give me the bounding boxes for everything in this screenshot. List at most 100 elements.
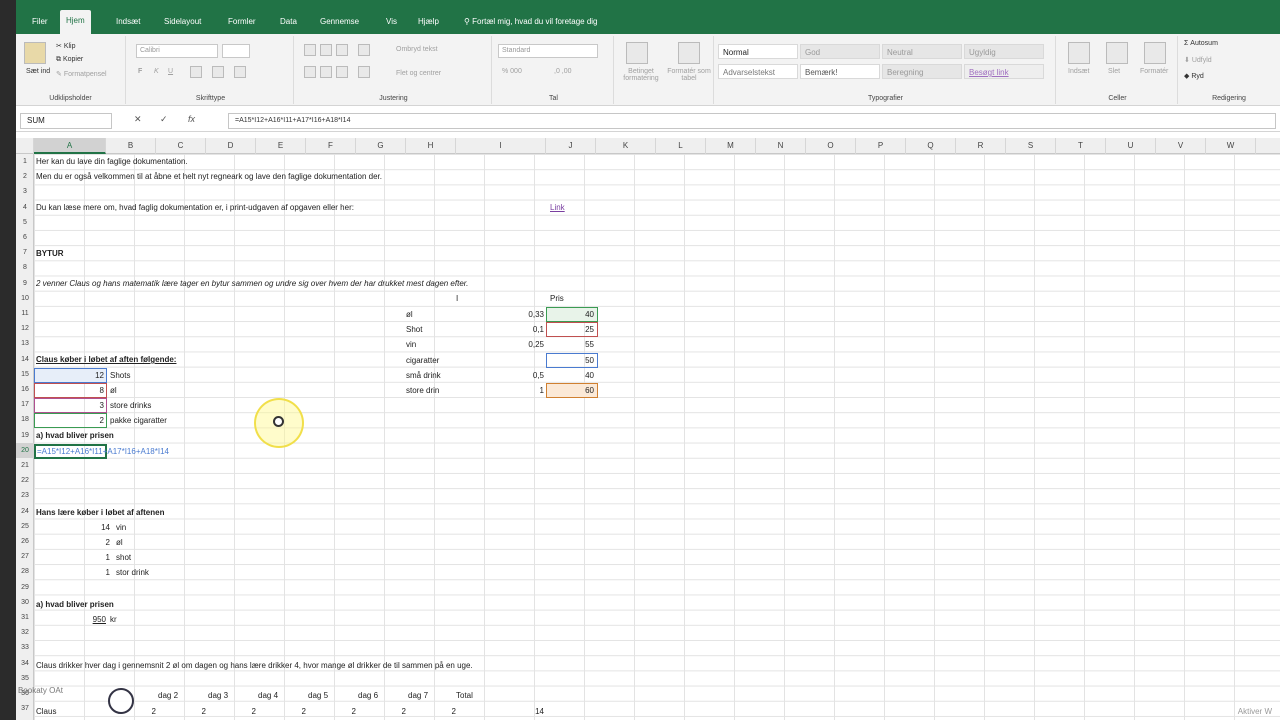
- cell-i12[interactable]: 0,1: [496, 323, 544, 337]
- cell-b26-qty[interactable]: 2: [74, 536, 110, 550]
- cell-h36[interactable]: dag 7: [408, 689, 428, 703]
- column-header-n[interactable]: N: [756, 138, 806, 154]
- row-header-26[interactable]: 26: [16, 534, 34, 549]
- indent-icon[interactable]: [358, 66, 370, 78]
- align-middle-icon[interactable]: [320, 44, 332, 56]
- cut-button[interactable]: ✂ Klip: [56, 42, 76, 50]
- font-size-select[interactable]: [222, 44, 250, 58]
- row-header-5[interactable]: 5: [16, 215, 34, 230]
- row-header-35[interactable]: 35: [16, 671, 34, 686]
- clear-button[interactable]: ◆ Ryd: [1184, 72, 1204, 80]
- cell-e36[interactable]: dag 4: [258, 689, 278, 703]
- cell-b31[interactable]: kr: [110, 613, 117, 627]
- row-header-9[interactable]: 9: [16, 276, 34, 291]
- cell-h16[interactable]: store drin: [406, 384, 439, 398]
- row-header-3[interactable]: 3: [16, 184, 34, 199]
- style-calculation[interactable]: Beregning: [882, 64, 962, 79]
- column-header-s[interactable]: S: [1006, 138, 1056, 154]
- fill-color-icon[interactable]: [212, 66, 224, 78]
- tab-filer[interactable]: Filer: [26, 12, 54, 34]
- select-all-corner[interactable]: [16, 138, 34, 154]
- column-header-w[interactable]: W: [1206, 138, 1256, 154]
- format-cells-icon[interactable]: [1144, 42, 1166, 64]
- column-header-o[interactable]: O: [806, 138, 856, 154]
- orientation-icon[interactable]: [358, 44, 370, 56]
- row-header-25[interactable]: 25: [16, 519, 34, 534]
- cell-i37[interactable]: 14: [506, 705, 544, 719]
- cell-a24[interactable]: Hans lære køber i løbet af aftenen: [36, 506, 164, 520]
- row-header-28[interactable]: 28: [16, 564, 34, 579]
- cell-j15[interactable]: 40: [548, 369, 594, 383]
- cell-c37[interactable]: 2: [168, 705, 206, 719]
- cell-a34[interactable]: Claus drikker hver dag i gennemsnit 2 øl…: [36, 659, 473, 673]
- paste-icon[interactable]: [24, 42, 46, 64]
- cell-b28-qty[interactable]: 1: [74, 566, 110, 580]
- conditional-format-button[interactable]: Betinget formatering: [618, 68, 664, 82]
- align-left-icon[interactable]: [304, 66, 316, 78]
- cell-e37[interactable]: 2: [268, 705, 306, 719]
- borders-icon[interactable]: [190, 66, 202, 78]
- column-header-b[interactable]: B: [106, 138, 156, 154]
- cell-a37[interactable]: Claus: [36, 705, 56, 719]
- name-box[interactable]: SUM: [20, 113, 112, 129]
- tab-hjaelp[interactable]: Hjælp: [412, 12, 445, 34]
- cell-h15[interactable]: små drink: [406, 369, 441, 383]
- row-header-17[interactable]: 17: [16, 397, 34, 412]
- tab-formler[interactable]: Formler: [222, 12, 262, 34]
- cell-a31[interactable]: 950: [74, 613, 106, 627]
- insert-function-button[interactable]: fx: [188, 114, 195, 124]
- column-header-h[interactable]: H: [406, 138, 456, 154]
- row-header-21[interactable]: 21: [16, 458, 34, 473]
- row-header-16[interactable]: 16: [16, 382, 34, 397]
- format-painter-button[interactable]: ✎ Formatpensel: [56, 70, 107, 78]
- row-header-19[interactable]: 19: [16, 428, 34, 443]
- row-header-4[interactable]: 4: [16, 200, 34, 215]
- format-cells-button[interactable]: Formatér: [1140, 68, 1168, 75]
- tab-indsaet[interactable]: Indsæt: [110, 12, 146, 34]
- cell-f37[interactable]: 2: [318, 705, 356, 719]
- format-table-icon[interactable]: [678, 42, 700, 64]
- column-header-q[interactable]: Q: [906, 138, 956, 154]
- row-header-15[interactable]: 15: [16, 367, 34, 382]
- cell-b26-item[interactable]: øl: [116, 536, 123, 550]
- cell-b27-qty[interactable]: 1: [74, 551, 110, 565]
- cell-a14[interactable]: Claus køber i løbet af aften følgende:: [36, 353, 176, 367]
- cell-j12[interactable]: 25: [548, 323, 594, 337]
- cell-b16[interactable]: øl: [110, 384, 117, 398]
- wrap-text-button[interactable]: Ombryd tekst: [396, 46, 438, 53]
- delete-cells-button[interactable]: Slet: [1108, 68, 1120, 75]
- column-header-p[interactable]: P: [856, 138, 906, 154]
- cell-j13[interactable]: 55: [548, 338, 594, 352]
- insert-cells-icon[interactable]: [1068, 42, 1090, 64]
- tell-me-search[interactable]: ⚲ Fortæl mig, hvad du vil foretage dig: [464, 12, 598, 32]
- row-header-11[interactable]: 11: [16, 306, 34, 321]
- column-header-c[interactable]: C: [156, 138, 206, 154]
- cell-a15[interactable]: 12: [36, 369, 104, 383]
- italic-button[interactable]: K: [154, 68, 159, 75]
- cell-b25-qty[interactable]: 14: [74, 521, 110, 535]
- cell-a4[interactable]: Du kan læse mere om, hvad faglig dokumen…: [36, 201, 354, 215]
- cell-h12[interactable]: Shot: [406, 323, 422, 337]
- tab-sidelayout[interactable]: Sidelayout: [158, 12, 207, 34]
- row-header-29[interactable]: 29: [16, 580, 34, 595]
- style-note[interactable]: Bemærk!: [800, 64, 880, 79]
- cell-j16[interactable]: 60: [548, 384, 594, 398]
- cell-a30[interactable]: a) hvad bliver prisen: [36, 598, 114, 612]
- cell-h37[interactable]: 2: [418, 705, 456, 719]
- column-header-g[interactable]: G: [356, 138, 406, 154]
- row-header-7[interactable]: 7: [16, 245, 34, 260]
- cell-b28-item[interactable]: stor drink: [116, 566, 149, 580]
- tab-hjem[interactable]: Hjem: [60, 10, 91, 34]
- conditional-format-icon[interactable]: [626, 42, 648, 64]
- column-header-v[interactable]: V: [1156, 138, 1206, 154]
- row-header-37[interactable]: 37: [16, 701, 34, 716]
- fill-button[interactable]: ⬇ Udfyld: [1184, 56, 1212, 64]
- column-header-r[interactable]: R: [956, 138, 1006, 154]
- format-table-button[interactable]: Formatér som tabel: [666, 68, 712, 82]
- cell-b25-item[interactable]: vin: [116, 521, 126, 535]
- column-header-k[interactable]: K: [596, 138, 656, 154]
- style-normal[interactable]: Normal: [718, 44, 798, 59]
- cell-g37[interactable]: 2: [368, 705, 406, 719]
- cell-b17[interactable]: store drinks: [110, 399, 151, 413]
- tab-data[interactable]: Data: [274, 12, 303, 34]
